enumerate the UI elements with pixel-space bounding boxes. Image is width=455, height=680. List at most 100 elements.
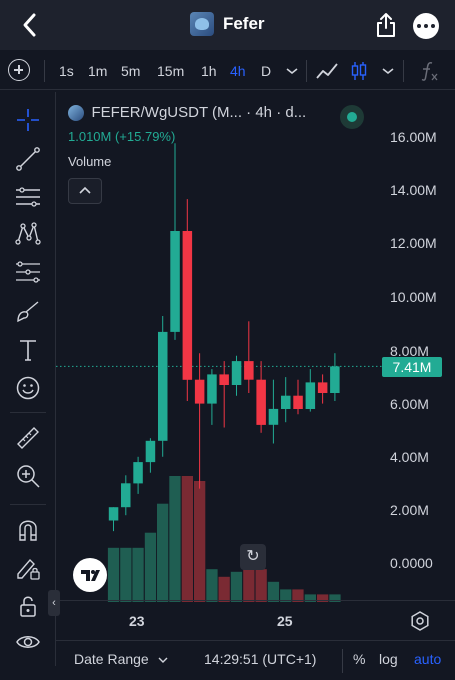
candle-body (268, 408, 279, 425)
candle-body (219, 374, 229, 385)
symbol-title: FEFER/WgUSDT (M... · 4h · d... (91, 104, 307, 122)
settings-icon[interactable] (408, 609, 432, 633)
chart-pane[interactable]: FEFER/WgUSDT (M... · 4h · d... 1.010M (+… (56, 92, 455, 640)
tradingview-logo-icon (81, 570, 100, 581)
time-tick: 25 (277, 613, 293, 629)
market-status-icon[interactable] (340, 105, 364, 129)
timeframe-d[interactable]: D (261, 63, 271, 79)
add-symbol-button[interactable] (8, 59, 30, 81)
candle-body (207, 374, 217, 404)
volume-bar (255, 569, 267, 602)
price-tick: 0.0000 (390, 555, 433, 571)
volume-bar (120, 547, 132, 602)
timeframe-1s[interactable]: 1s (59, 63, 74, 79)
volume-bar (230, 571, 243, 602)
volume-bar (181, 476, 193, 602)
fib-icon[interactable] (14, 183, 42, 211)
more-horizontal-icon[interactable] (413, 13, 439, 39)
divider (306, 60, 307, 82)
timeframe-5m[interactable]: 5m (121, 63, 140, 79)
text-icon[interactable] (14, 336, 42, 364)
page-title: Fefer (222, 14, 265, 33)
log-scale-button[interactable]: log (379, 651, 398, 667)
price-tick: 2.00M (390, 502, 429, 518)
chevron-down-icon[interactable] (280, 59, 304, 83)
price-tick: 16.00M (390, 129, 437, 145)
chevron-down-icon[interactable] (376, 59, 400, 83)
tradingview-logo[interactable] (73, 558, 107, 592)
timeframe-1h[interactable]: 1h (201, 63, 217, 79)
volume-bar (194, 481, 206, 602)
share-icon[interactable] (374, 12, 398, 38)
symbol-legend[interactable]: FEFER/WgUSDT (M... · 4h · d... (68, 104, 306, 124)
candle-body (108, 507, 119, 521)
collapse-legend-button[interactable] (68, 178, 102, 204)
candle-body (182, 231, 193, 380)
candle-body (305, 382, 316, 409)
volume-bar (107, 547, 120, 602)
price-tick: 14.00M (390, 182, 437, 198)
timeframe-1m[interactable]: 1m (88, 63, 107, 79)
token-logo (190, 12, 215, 36)
candle-body (121, 483, 131, 508)
candle-body (158, 331, 168, 441)
volume-indicator-label[interactable]: Volume (68, 154, 111, 169)
projection-icon[interactable] (14, 258, 42, 286)
pencil-lock-icon[interactable] (14, 554, 42, 582)
price-change: 1.010M (+15.79%) (68, 129, 176, 144)
divider (403, 60, 404, 82)
volume-bar (144, 532, 157, 602)
eye-icon[interactable] (14, 628, 42, 656)
ruler-icon[interactable] (14, 424, 42, 452)
time-axis[interactable]: 23 25 (56, 600, 455, 640)
volume-bar (206, 569, 218, 602)
crosshair-icon[interactable] (14, 106, 42, 134)
emoji-icon[interactable] (14, 374, 42, 402)
candle-body (244, 361, 254, 380)
price-tick: 10.00M (390, 289, 437, 305)
candle-body (194, 379, 205, 404)
chart-toolbar: 1s 1m 5m 15m 1h 4h D (0, 52, 455, 90)
date-range-button[interactable]: Date Range (74, 651, 149, 667)
trend-line-icon[interactable] (14, 145, 42, 173)
candle-body (293, 395, 303, 409)
drawing-toolbar (0, 92, 56, 666)
brush-icon[interactable] (14, 297, 42, 325)
volume-bar (157, 503, 169, 602)
candle-body (330, 366, 340, 393)
auto-scale-button[interactable]: auto (414, 651, 441, 667)
clock-timezone[interactable]: 14:29:51 (UTC+1) (204, 651, 316, 667)
timeframe-15m[interactable]: 15m (157, 63, 184, 79)
symbol-logo (68, 104, 84, 121)
price-tick: 6.00M (390, 396, 429, 412)
candle-body (256, 379, 266, 425)
divider (44, 60, 45, 82)
candles-icon[interactable] (349, 59, 373, 83)
candle-body (281, 395, 291, 409)
price-tick: 4.00M (390, 449, 429, 465)
current-price-label: 7.41M (382, 357, 442, 377)
line-chart-icon[interactable] (315, 59, 339, 83)
chevron-down-icon[interactable] (156, 653, 170, 667)
volume-bar (218, 576, 230, 602)
zoom-in-icon[interactable] (14, 462, 42, 490)
pattern-icon[interactable] (14, 220, 42, 248)
time-tick: 23 (129, 613, 145, 629)
price-tick: 12.00M (390, 235, 437, 251)
timeframe-4h[interactable]: 4h (230, 63, 246, 79)
volume-bar (267, 581, 280, 602)
percent-scale-button[interactable]: % (353, 651, 365, 667)
formula-icon[interactable] (417, 59, 441, 83)
volume-bar (169, 476, 181, 602)
chevron-up-icon (79, 186, 91, 194)
top-nav-bar: Fefer (0, 0, 455, 50)
divider (342, 649, 343, 673)
volume-bar (132, 547, 144, 602)
candle-body (317, 382, 328, 393)
magnet-icon[interactable] (14, 516, 42, 544)
candle-body (145, 440, 156, 463)
reset-chart-button[interactable]: ↻ (240, 544, 266, 570)
candle-body (133, 462, 143, 484)
bottom-bar: Date Range 14:29:51 (UTC+1) % log auto (56, 640, 455, 680)
lock-icon[interactable] (14, 592, 42, 620)
